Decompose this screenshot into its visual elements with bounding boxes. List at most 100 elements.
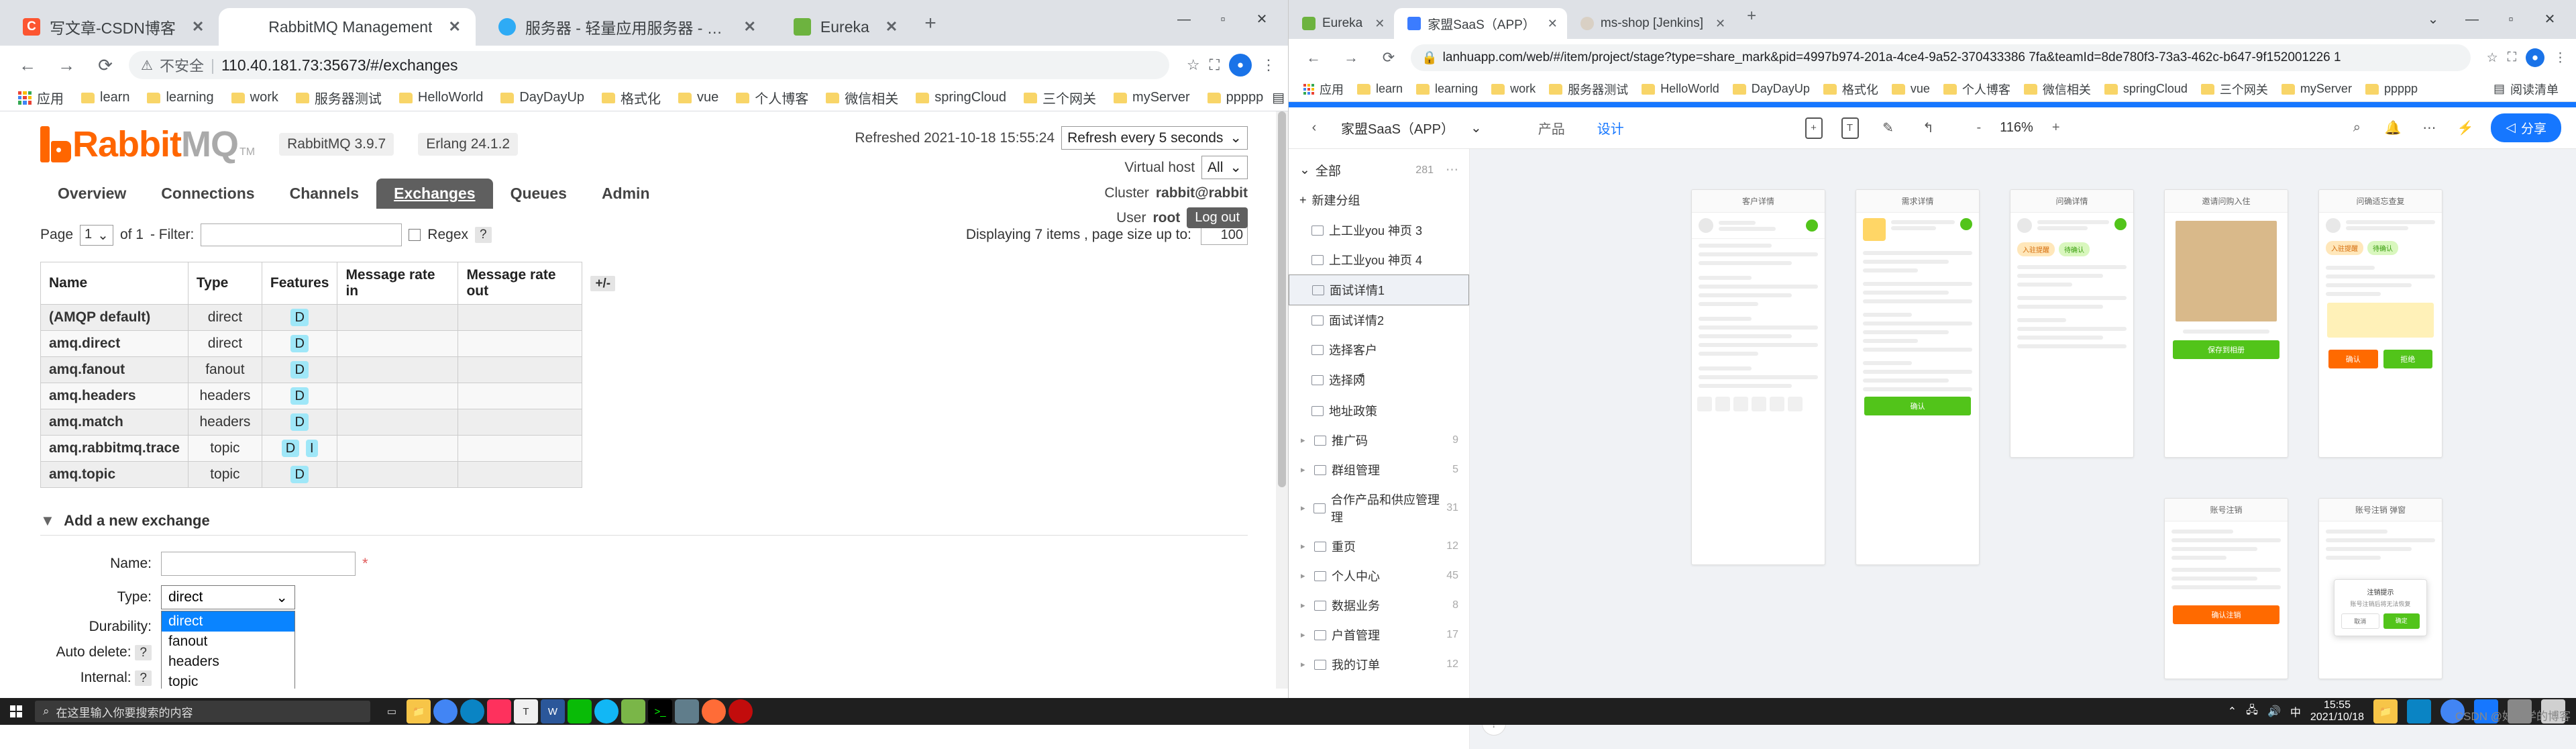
vm-icon[interactable] <box>675 699 699 723</box>
bookmark-myserver[interactable]: myServer <box>2275 82 2359 96</box>
type-select[interactable]: direct ⌄ <box>161 585 295 609</box>
table-row[interactable]: amq.headers headers D <box>40 383 624 409</box>
add-exchange-section-header[interactable]: ▼ Add a new exchange <box>40 512 1248 536</box>
back-arrow-icon[interactable]: ← <box>12 50 43 81</box>
exchange-name[interactable]: amq.headers <box>40 383 189 409</box>
modal-cancel-button[interactable]: 取消 <box>2341 613 2379 629</box>
edge-icon[interactable] <box>460 699 484 723</box>
browser-tab-jenkins[interactable]: ms-shop [Jenkins] ✕ <box>1567 8 1735 39</box>
close-icon[interactable]: ✕ <box>448 18 460 36</box>
close-icon[interactable]: ✕ <box>1548 17 1558 31</box>
bookmark-learning[interactable]: learning <box>1409 82 1485 96</box>
bookmark-blog[interactable]: 个人博客 <box>727 88 817 107</box>
name-input[interactable] <box>161 552 356 576</box>
exchange-name[interactable]: amq.rabbitmq.trace <box>40 435 189 462</box>
reload-icon[interactable]: ⟳ <box>1373 42 1404 73</box>
table-row[interactable]: amq.rabbitmq.trace topic D I <box>40 435 624 462</box>
minimize-button[interactable]: — <box>1165 5 1203 34</box>
folder-icon[interactable]: 📁 <box>2373 699 2398 723</box>
kebab-menu-icon[interactable]: ⋮ <box>2554 50 2567 66</box>
taskbar-search-box[interactable]: ⌕ 在这里输入你要搜索的内容 <box>35 701 370 722</box>
bookmark-daydayup[interactable]: DayDayUp <box>1726 82 1817 96</box>
chevron-right-icon[interactable]: ▸ <box>1301 630 1309 640</box>
new-tab-button[interactable]: + <box>1735 7 1768 26</box>
design-card-5[interactable]: 账号注销 账号注销 确认注销 <box>2164 498 2288 679</box>
chevron-left-icon[interactable]: ‹ <box>1303 117 1325 139</box>
back-arrow-icon[interactable]: ← <box>1298 42 1329 73</box>
chrome-icon[interactable] <box>433 699 458 723</box>
bookmark-gateways[interactable]: 三个网关 <box>1015 88 1105 107</box>
tablet-frame-icon[interactable]: T <box>1841 117 1859 139</box>
table-row[interactable]: amq.topic topic D <box>40 461 624 488</box>
exchange-name[interactable]: amq.match <box>40 409 189 436</box>
chevron-right-icon[interactable]: ▸ <box>1301 464 1309 475</box>
dropdown-option-direct[interactable]: direct <box>162 611 294 632</box>
close-icon[interactable]: ✕ <box>1715 17 1725 31</box>
browser-tab-tencent-cloud[interactable]: 服务器 - 轻量应用服务器 - 控制… ✕ <box>476 8 771 46</box>
chevron-right-icon[interactable]: ▸ <box>1301 659 1309 670</box>
close-icon[interactable]: ✕ <box>1375 17 1385 31</box>
logout-button[interactable]: Log out <box>1187 207 1248 228</box>
sidebar-item-13[interactable]: ▸ 户首管理 17 <box>1289 620 1469 650</box>
word-icon[interactable]: W <box>541 699 565 723</box>
browser-tab-rabbitmq[interactable]: RabbitMQ Management ✕ <box>219 8 476 46</box>
exchange-name[interactable]: (AMQP default) <box>40 304 189 331</box>
bookmark-server-test[interactable]: 服务器测试 <box>287 88 390 107</box>
bookmark-helloworld[interactable]: HelloWorld <box>1635 82 1726 96</box>
tab-exchanges[interactable]: Exchanges <box>376 179 493 209</box>
table-row[interactable]: amq.match headers D <box>40 409 624 436</box>
lightning-icon[interactable]: ⚡ <box>2455 117 2476 139</box>
undo-icon[interactable]: ↰ <box>1917 117 1939 139</box>
bookmark-gateways[interactable]: 三个网关 <box>2194 81 2275 98</box>
tab-overview[interactable]: Overview <box>40 179 144 209</box>
lanhu-canvas[interactable]: 客户详情 2 副本 客户详情 需求详情 需求详情 <box>1470 149 2576 749</box>
column-header-rate-out[interactable]: Message rate out <box>458 262 583 305</box>
tab-design[interactable]: 设计 <box>1597 118 1624 138</box>
bookmark-learning[interactable]: learning <box>138 90 222 105</box>
share-button[interactable]: ◁ 分享 <box>2491 113 2561 142</box>
qq-icon[interactable] <box>594 699 619 723</box>
help-icon[interactable]: ? <box>475 227 492 243</box>
bookmark-daydayup[interactable]: DayDayUp <box>492 90 593 105</box>
regex-checkbox[interactable] <box>409 229 421 241</box>
zoom-out-button[interactable]: - <box>1976 120 1981 136</box>
profile-avatar-icon[interactable]: ● <box>1229 54 1252 77</box>
table-row[interactable]: (AMQP default) direct D <box>40 304 624 331</box>
bookmark-apps[interactable]: 应用 <box>9 88 72 107</box>
bookmark-learn[interactable]: learn <box>1350 82 1409 96</box>
column-toggle-button[interactable]: +/- <box>590 276 616 291</box>
folder-explorer-icon[interactable]: 📁 <box>407 699 431 723</box>
exchange-name[interactable]: amq.direct <box>40 330 189 357</box>
search-icon[interactable]: ⌕ <box>2346 117 2367 139</box>
browser-tab-eureka-right[interactable]: Eureka ✕ <box>1289 8 1394 39</box>
help-icon[interactable]: ? <box>135 670 152 686</box>
bookmark-star-icon[interactable]: ☆ <box>2487 50 2498 66</box>
bookmark-blog[interactable]: 个人博客 <box>1937 81 2017 98</box>
logout-confirm-button[interactable]: 确认注销 <box>2173 605 2279 624</box>
help-icon[interactable]: ? <box>135 645 152 660</box>
zoom-in-button[interactable]: + <box>2052 120 2060 136</box>
more-icon[interactable]: ⋯ <box>2418 117 2440 139</box>
extensions-icon[interactable]: ⛶ <box>1210 56 1220 74</box>
browser-tab-eureka[interactable]: Eureka ✕ <box>771 8 912 46</box>
save-image-button[interactable]: 保存到相册 <box>2173 340 2279 359</box>
design-card-4[interactable]: 问确适忘查复 问确适忘查复 入驻提醒 待确认 确认 拒绝 <box>2318 189 2443 458</box>
design-card-1[interactable]: 需求详情 需求详情 确认 <box>1856 189 1980 565</box>
bookmark-wechat[interactable]: 微信相关 <box>2017 81 2098 98</box>
sidebar-item-9[interactable]: ▸ 合作产品和供应管理理 31 <box>1289 485 1469 532</box>
column-header-type[interactable]: Type <box>187 262 262 305</box>
bookmark-myserver[interactable]: myServer <box>1105 90 1199 105</box>
bookmark-server-test[interactable]: 服务器测试 <box>1542 81 1635 98</box>
column-header-name[interactable]: Name <box>40 262 189 305</box>
design-card-3[interactable]: 邀请问购人住 邀请问购入住 保存到相册 <box>2164 189 2288 458</box>
input-method-icon[interactable]: 中 <box>2290 703 2301 719</box>
mobile-frame-icon[interactable]: + <box>1805 117 1823 139</box>
dropdown-option-headers[interactable]: headers <box>162 652 294 672</box>
table-row[interactable]: amq.fanout fanout D <box>40 356 624 383</box>
confirm-button[interactable]: 确认 <box>2328 350 2378 368</box>
bell-icon[interactable]: 🔔 <box>2382 117 2404 139</box>
bookmark-helloworld[interactable]: HelloWorld <box>390 90 492 105</box>
bookmark-wechat[interactable]: 微信相关 <box>817 88 907 107</box>
dropdown-option-fanout[interactable]: fanout <box>162 632 294 652</box>
idea-icon[interactable] <box>487 699 511 723</box>
